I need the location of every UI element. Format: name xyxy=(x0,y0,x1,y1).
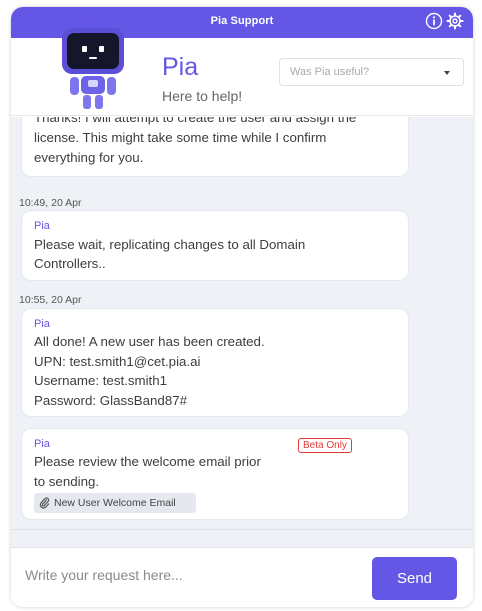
message-line: Thanks! I will attempt to create the use… xyxy=(34,117,357,125)
message-sender: Pia xyxy=(34,220,50,232)
composer: Send xyxy=(11,547,473,607)
send-button[interactable]: Send xyxy=(372,557,457,600)
message-bubble: Pia Beta Only Please review the welcome … xyxy=(21,428,409,520)
message-line: All done! A new user has been created. xyxy=(34,334,265,349)
message-line: to sending. xyxy=(34,474,100,489)
info-icon[interactable] xyxy=(425,12,443,30)
chevron-down-icon xyxy=(444,71,450,75)
beta-badge: Beta Only xyxy=(298,438,352,453)
attachment-chip[interactable]: New User Welcome Email xyxy=(34,493,196,513)
message-bubble: Thanks! I will attempt to create the use… xyxy=(21,117,409,177)
message-sender: Pia xyxy=(34,438,50,450)
chat-history[interactable]: Thanks! I will attempt to create the use… xyxy=(11,117,473,529)
message-line: Controllers.. xyxy=(34,256,106,271)
robot-avatar xyxy=(62,20,124,109)
message-line: Username: test.smith1 xyxy=(34,373,168,388)
message-line: UPN: test.smith1@cet.pia.ai xyxy=(34,354,201,369)
message-input[interactable] xyxy=(25,564,355,586)
attachment-label: New User Welcome Email xyxy=(54,497,176,509)
message-bubble: Pia All done! A new user has been create… xyxy=(21,308,409,417)
message-line: Password: GlassBand87# xyxy=(34,393,187,408)
bot-name: Pia xyxy=(162,53,199,81)
usefulness-rating-select[interactable]: Was Pia useful? xyxy=(279,58,464,86)
rating-placeholder: Was Pia useful? xyxy=(290,66,370,78)
message-line: Please wait, replicating changes to all … xyxy=(34,237,306,252)
message-line: license. This might take some time while… xyxy=(34,130,327,145)
message-bubble: Pia Please wait, replicating changes to … xyxy=(21,210,409,281)
bot-tagline: Here to help! xyxy=(162,88,243,104)
message-timestamp: 10:55, 20 Apr xyxy=(19,294,82,306)
paperclip-icon xyxy=(39,497,50,509)
message-line: everything for you. xyxy=(34,150,144,165)
support-chat-widget: Pia Support Pia Here to help! Was Pia us… xyxy=(11,7,473,607)
message-timestamp: 10:49, 20 Apr xyxy=(19,197,82,209)
message-line: Please review the welcome email prior xyxy=(34,454,261,469)
gear-icon[interactable] xyxy=(446,12,464,30)
bot-header: Pia Here to help! Was Pia useful? xyxy=(11,20,473,116)
message-sender: Pia xyxy=(34,318,50,330)
